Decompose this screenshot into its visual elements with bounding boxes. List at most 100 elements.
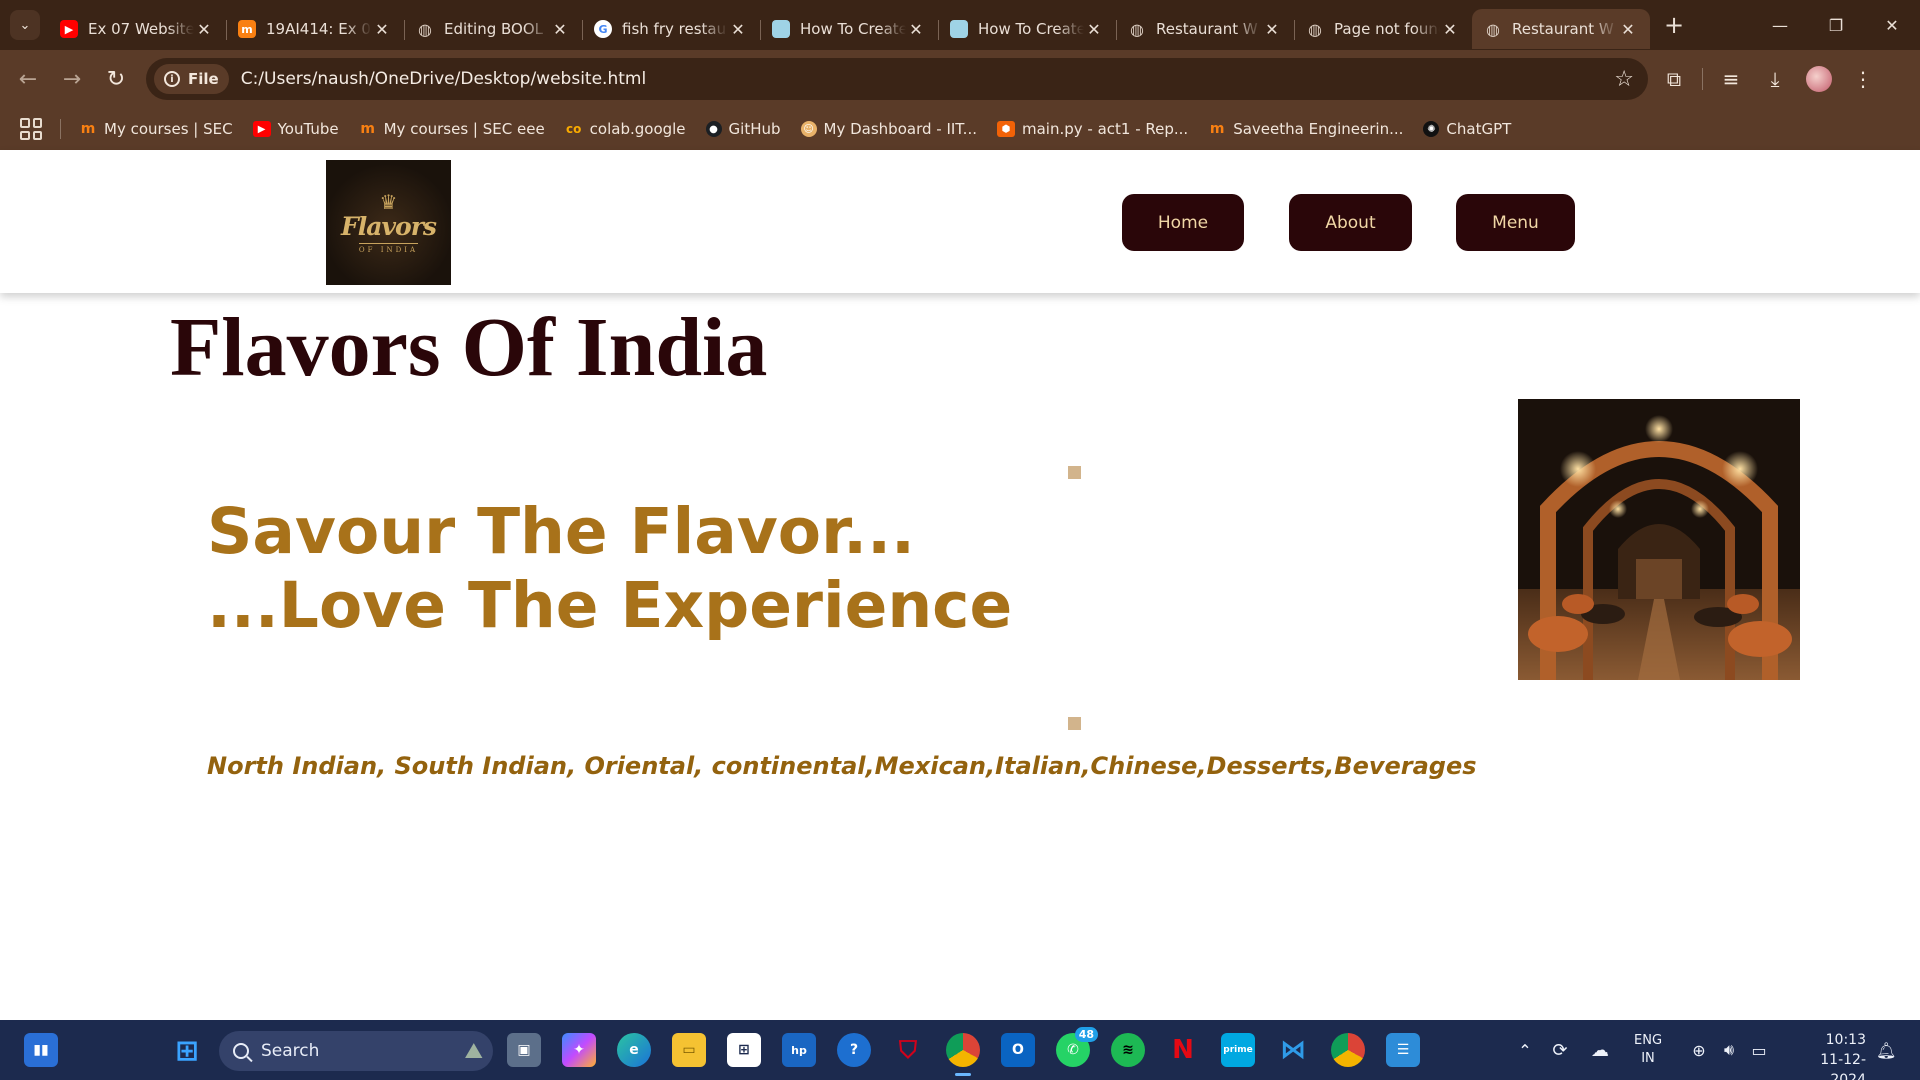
netflix-icon[interactable]: N [1166,1033,1200,1067]
browser-tab[interactable]: How To Create ✕ [760,9,938,49]
youtube-icon: ▶ [252,121,271,137]
globe-icon: ◍ [1130,19,1144,39]
network-icon: ⊕ [1692,1040,1706,1060]
bookmark-item[interactable]: ☺ My Dashboard - IIT... [800,120,977,138]
address-bar[interactable]: i File C:/Users/naush/OneDrive/Desktop/w… [146,58,1648,100]
bookmark-star-icon[interactable]: ☆ [1614,67,1634,92]
copilot-icon[interactable]: ✦ [562,1033,596,1067]
bookmark-item[interactable]: ▶ YouTube [252,120,339,138]
new-tab-button[interactable]: + [1656,11,1692,39]
apps-grid-icon[interactable] [20,118,42,140]
browser-tab[interactable]: ◍ Restaurant W ✕ [1116,9,1294,49]
site-info-chip[interactable]: i File [154,64,229,94]
menu-button[interactable]: ⋮ [1841,59,1885,99]
quick-settings[interactable]: ⊕ 🔊︎ ▭ [1684,1020,1774,1080]
chrome-secondary-icon[interactable] [1331,1033,1365,1067]
tab-title: Editing BOOL [444,20,544,38]
edge-icon[interactable]: e [617,1033,651,1067]
notifications-button[interactable]: 🔔︎ [1876,1020,1896,1080]
restaurant-interior-image [1518,399,1800,680]
browser-tab[interactable]: ◍ Page not found ✕ [1294,9,1472,49]
browser-tab[interactable]: m 19AI414: Ex 07 ✕ [226,9,404,49]
profile-avatar[interactable] [1806,66,1832,92]
bookmark-label: GitHub [728,120,781,138]
bookmark-label: main.py - act1 - Rep... [1021,120,1189,138]
onedrive-icon[interactable]: ☁ [1580,1040,1620,1061]
tab-search-button[interactable]: ⌄ [10,10,40,40]
cuisine-list: North Indian, South Indian, Oriental, co… [207,752,1477,780]
bookmark-item[interactable]: m My courses | SEC eee [359,120,544,138]
tab-close-icon[interactable]: ✕ [906,20,926,39]
decorative-bullet [1068,466,1081,479]
widgets-icon[interactable]: ▮▮ [24,1033,58,1067]
tab-close-icon[interactable]: ✕ [550,20,570,39]
bookmark-item[interactable]: m My courses | SEC [79,120,233,138]
bookmark-label: ChatGPT [1446,120,1512,138]
browser-tab[interactable]: ▶ Ex 07 Website ✕ [48,9,226,49]
minimize-button[interactable]: — [1752,0,1808,50]
back-button[interactable]: ← [6,59,50,99]
outlook-icon[interactable]: O [1001,1033,1035,1067]
taskbar-search[interactable]: Search ⛰ [219,1031,493,1071]
vscode-icon[interactable]: ⋈ [1276,1033,1310,1067]
tab-close-icon[interactable]: ✕ [194,20,214,39]
extensions-button[interactable]: ⧉ [1652,59,1696,99]
info-icon: i [164,71,180,87]
tab-list: ▶ Ex 07 Website ✕ m 19AI414: Ex 07 ✕ ◍ Editing … [48,1,1650,49]
downloads-button[interactable]: ⤓ [1753,59,1797,99]
language-indicator[interactable]: ENG IN [1634,1032,1662,1068]
tab-close-icon[interactable]: ✕ [1440,20,1460,39]
bell-icon: 🔔︎ [1876,1040,1897,1060]
close-window-button[interactable]: ✕ [1864,0,1920,50]
mcafee-icon[interactable]: ⛉ [891,1033,925,1067]
tab-title: Restaurant W [1156,20,1258,38]
microsoft-store-icon[interactable]: ⊞ [727,1033,761,1067]
tab-close-icon[interactable]: ✕ [1084,20,1104,39]
tab-title: How To Create [800,20,906,38]
chevron-down-icon: ⌄ [19,17,31,33]
task-view-icon[interactable]: ▣ [507,1033,541,1067]
browser-tab[interactable]: How To Create ✕ [938,9,1116,49]
reload-button[interactable]: ↻ [94,59,138,99]
myhp-icon[interactable]: hp [782,1033,816,1067]
whatsapp-badge: 48 [1074,1027,1098,1042]
browser-tab[interactable]: Gfish fry restaurant✕ [582,9,760,49]
media-controls-button[interactable]: ≡ [1709,59,1753,99]
colab-icon: co [565,122,582,136]
bookmark-item[interactable]: m Saveetha Engineerin... [1208,120,1403,138]
tab-title: Ex 07 Website [88,20,194,38]
nav-menu-button[interactable]: Menu [1456,194,1575,251]
tab-close-icon[interactable]: ✕ [1618,20,1638,39]
chrome-icon[interactable] [946,1033,980,1076]
tab-close-icon[interactable]: ✕ [372,20,392,39]
bookmark-item[interactable]: ● GitHub [705,120,781,138]
google-icon: G [594,20,612,38]
tab-close-icon[interactable]: ✕ [728,20,748,39]
windows-start-icon[interactable]: ⊞ [170,1033,204,1067]
clock[interactable]: 10:13 11-12-2024 [1786,1030,1866,1080]
bookmarks-divider [60,119,61,139]
notepad-icon[interactable]: ☰ [1386,1033,1420,1067]
browser-tab[interactable]: ◍ Restaurant W ✕ [1472,9,1650,49]
globe-icon: ◍ [1486,19,1500,39]
dashboard-icon: ☺ [800,121,817,137]
restore-button[interactable]: ❐ [1808,0,1864,50]
tab-title: fish fry restaurant [622,20,728,38]
tab-close-icon[interactable]: ✕ [1262,20,1282,39]
file-explorer-icon[interactable]: ▭ [672,1033,706,1067]
chevron-up-icon[interactable]: ⌃ [1510,1041,1540,1060]
nav-about-button[interactable]: About [1289,194,1412,251]
bookmark-item[interactable]: ✺ ChatGPT [1423,120,1511,138]
forward-button[interactable]: → [50,59,94,99]
browser-tab[interactable]: ◍ Editing BOOL ✕ [404,9,582,49]
sync-icon[interactable]: ⟳ [1540,1040,1580,1061]
spotify-icon[interactable]: ≋ [1111,1033,1145,1067]
url-text[interactable]: C:/Users/naush/OneDrive/Desktop/website.… [241,69,646,89]
nav-home-button[interactable]: Home [1122,194,1244,251]
whatsapp-icon[interactable]: ✆ 48 [1056,1027,1098,1067]
bookmark-item[interactable]: ⬢ main.py - act1 - Rep... [996,120,1189,138]
help-icon[interactable]: ? [837,1033,871,1067]
moodle-icon: m [238,20,256,38]
prime-video-icon[interactable]: prime [1221,1033,1255,1067]
bookmark-item[interactable]: co colab.google [565,120,686,138]
